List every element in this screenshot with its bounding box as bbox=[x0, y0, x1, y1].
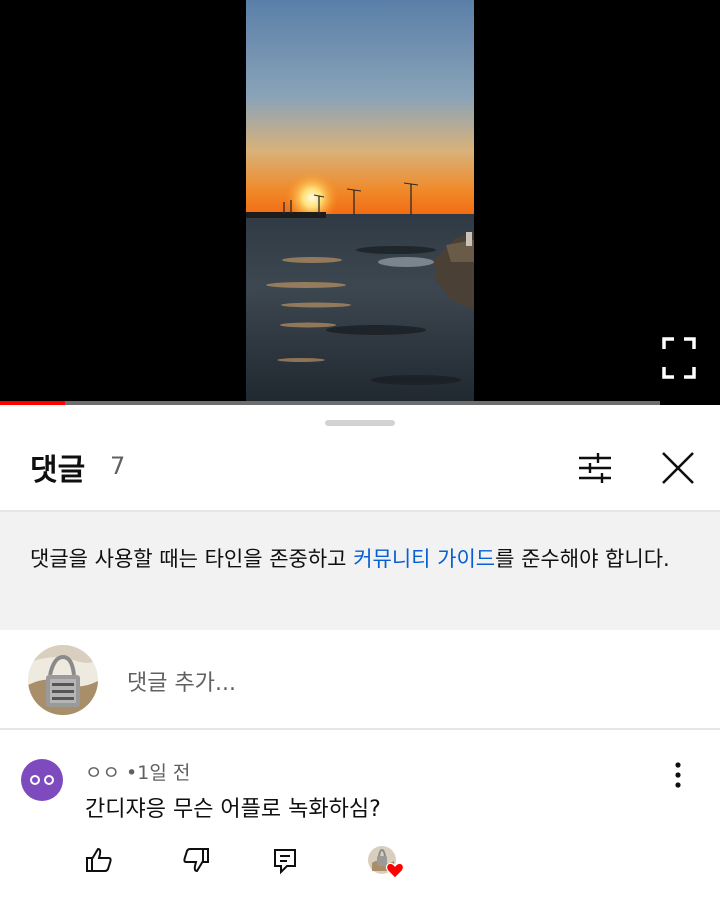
creator-heart-icon bbox=[368, 846, 405, 879]
video-frame bbox=[246, 0, 474, 401]
dislike-icon[interactable] bbox=[181, 845, 211, 875]
comment-author[interactable]: ㅇㅇ bbox=[85, 762, 120, 784]
avatar[interactable] bbox=[28, 645, 98, 715]
comments-sheet: 댓글 7 댓글을 사용할 때는 타인을 존중하고 커뮤니티 가이드를 준수해야 … bbox=[0, 405, 720, 901]
more-vert-icon[interactable] bbox=[666, 760, 690, 790]
comments-count: 7 bbox=[110, 452, 126, 480]
add-comment-input[interactable]: 댓글 추가... bbox=[127, 665, 236, 697]
video-player[interactable] bbox=[0, 0, 720, 401]
filter-icon[interactable] bbox=[576, 449, 614, 487]
avatar[interactable] bbox=[21, 759, 63, 801]
padlock-avatar-image bbox=[28, 645, 98, 715]
drag-handle[interactable] bbox=[325, 420, 395, 426]
community-guideline-banner: 댓글을 사용할 때는 타인을 존중하고 커뮤니티 가이드를 준수해야 합니다. bbox=[0, 512, 720, 630]
input-divider bbox=[0, 728, 720, 730]
comment-time: 1일 전 bbox=[137, 762, 191, 784]
community-guidelines-link[interactable]: 커뮤니티 가이드 bbox=[353, 547, 495, 571]
sunset-sea-image bbox=[246, 0, 474, 401]
avatar-initials bbox=[30, 775, 54, 785]
comment-meta: ㅇㅇ •1일 전 bbox=[85, 758, 190, 785]
comments-title: 댓글 bbox=[30, 453, 86, 488]
close-icon[interactable] bbox=[659, 449, 697, 487]
reply-icon[interactable] bbox=[270, 845, 300, 875]
like-icon[interactable] bbox=[84, 845, 114, 875]
meta-separator: • bbox=[126, 762, 138, 784]
fullscreen-icon[interactable] bbox=[662, 337, 696, 379]
comment-text: 간디쟈응 무슨 어플로 녹화하심? bbox=[85, 797, 381, 822]
guideline-text: 댓글을 사용할 때는 타인을 존중하고 커뮤니티 가이드를 준수해야 합니다. bbox=[30, 547, 670, 571]
